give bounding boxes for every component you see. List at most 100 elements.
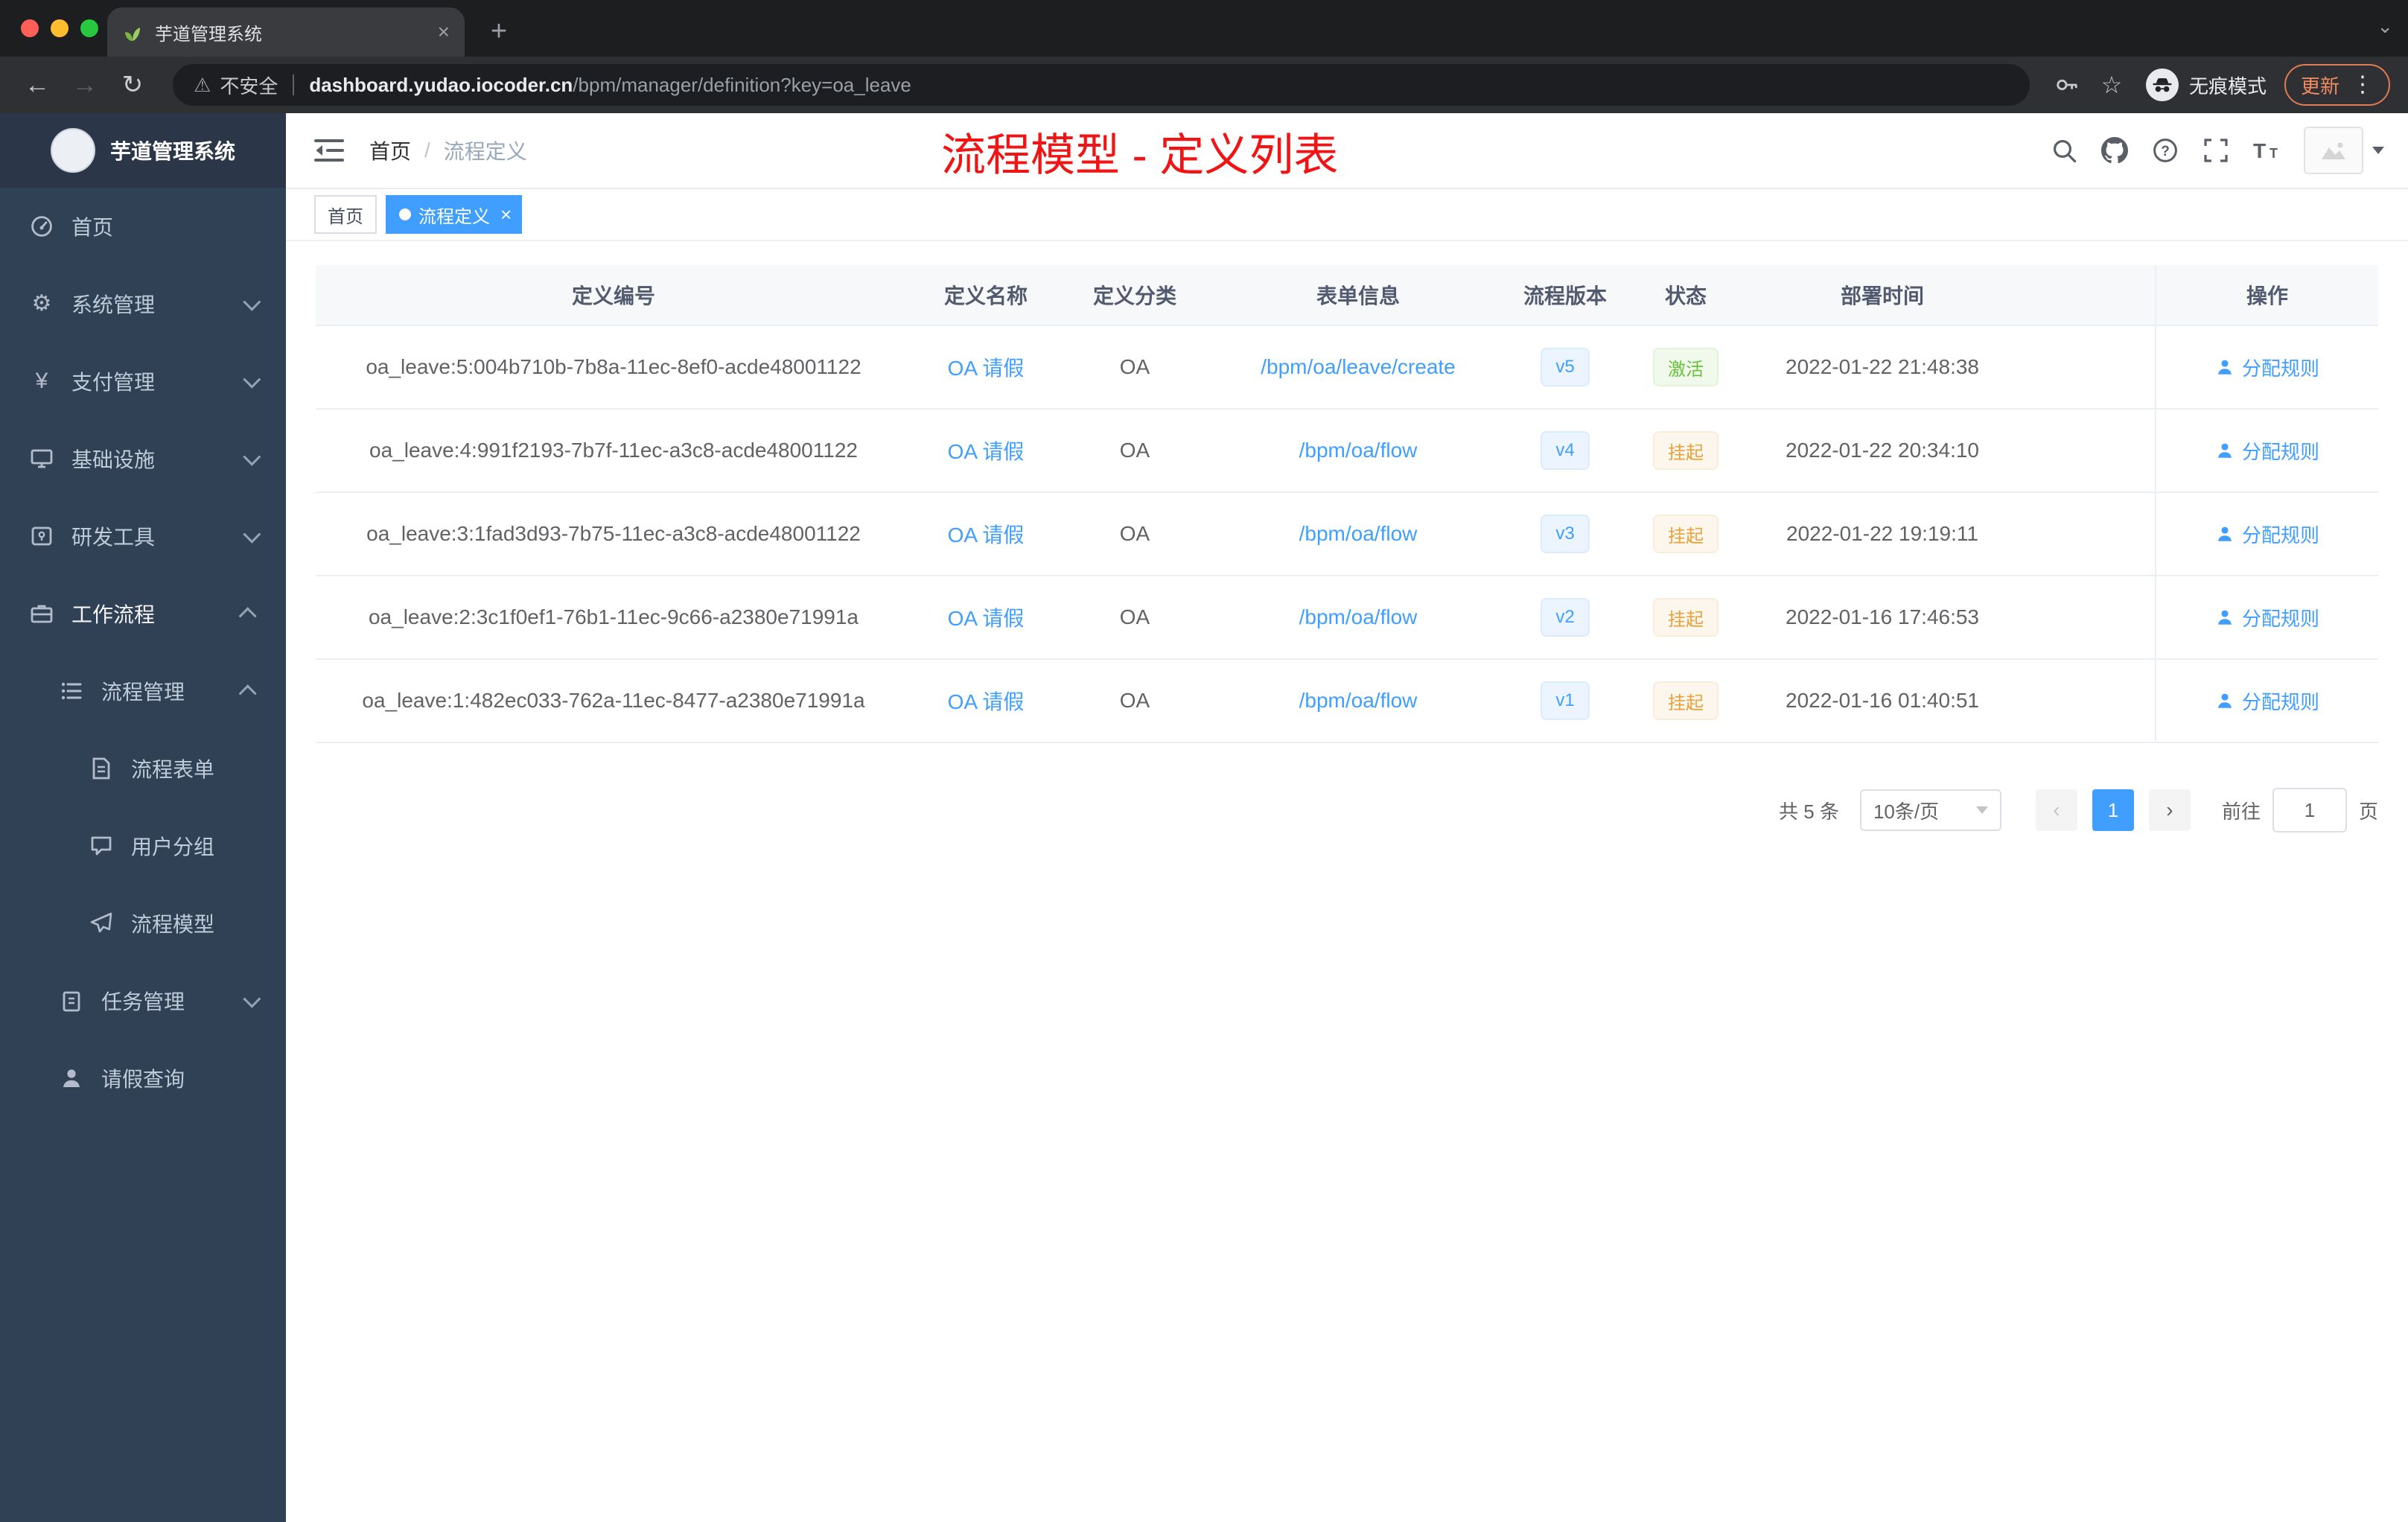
caret-down-icon[interactable] <box>2372 147 2384 154</box>
sidebar-item-home[interactable]: 首页 <box>0 188 286 265</box>
browser-update-button[interactable]: 更新 ⋮ <box>2284 64 2390 106</box>
assign-rule-button[interactable]: 分配规则 <box>2215 437 2319 465</box>
search-icon[interactable] <box>2042 128 2086 173</box>
form-link[interactable]: /bpm/oa/flow <box>1299 522 1418 546</box>
logo-avatar <box>50 128 95 173</box>
app-navbar: 首页 / 流程定义 ? TT 流程模型 - 定义列表 <box>286 113 2408 189</box>
security-label: 不安全 <box>220 74 278 98</box>
definition-name-link[interactable]: OA 请假 <box>948 519 1025 549</box>
form-link[interactable]: /bpm/oa/leave/create <box>1261 355 1456 379</box>
svg-text:?: ? <box>2161 144 2170 159</box>
row-spacer <box>2016 660 2155 742</box>
form-link[interactable]: /bpm/oa/flow <box>1299 439 1418 462</box>
browser-tab[interactable]: 芋道管理系统 × <box>107 7 465 57</box>
assign-rule-button[interactable]: 分配规则 <box>2215 354 2319 381</box>
sidebar-item-label: 流程模型 <box>131 913 215 936</box>
hamburger-icon[interactable] <box>310 131 348 170</box>
col-header: 状态 <box>1664 284 1707 308</box>
sidebar-item-label: 用户分组 <box>131 835 215 859</box>
prev-page-button[interactable]: ‹ <box>2035 789 2077 831</box>
user-avatar[interactable] <box>2304 127 2363 174</box>
col-header: 流程版本 <box>1523 284 1607 308</box>
sidebar-item-label: 流程管理 <box>101 681 185 704</box>
assign-rule-button[interactable]: 分配规则 <box>2215 520 2319 548</box>
tab-title: 芋道管理系统 <box>155 24 262 45</box>
svg-text:T: T <box>2270 146 2278 161</box>
page-size-select[interactable]: 10条/页 <box>1859 789 2001 831</box>
sidebar-item-system[interactable]: ⚙ 系统管理 <box>0 265 286 343</box>
forward-icon[interactable]: → <box>66 66 104 104</box>
tag-close-icon[interactable]: × <box>500 205 512 224</box>
active-dot <box>399 208 411 220</box>
url-path: /bpm/manager/definition?key=oa_leave <box>573 73 911 96</box>
form-link[interactable]: /bpm/oa/flow <box>1299 605 1418 629</box>
sidebar-item-infra[interactable]: 基础设施 <box>0 420 286 497</box>
sidebar-item-task-mgmt[interactable]: 任务管理 <box>0 962 286 1039</box>
definition-name-link[interactable]: OA 请假 <box>948 686 1025 716</box>
definition-category: OA <box>1119 439 1150 462</box>
tag-process-definition[interactable]: 流程定义 × <box>386 195 523 234</box>
sidebar-item-workflow[interactable]: 工作流程 <box>0 575 286 652</box>
tab-close-icon[interactable]: × <box>438 22 450 42</box>
status-badge: 挂起 <box>1653 431 1719 470</box>
chevron-down-icon <box>243 525 261 544</box>
sidebar-item-label: 请假查询 <box>101 1068 185 1091</box>
address-bar[interactable]: ⚠ 不安全 dashboard.yudao.iocoder.cn /bpm/ma… <box>173 64 2030 106</box>
goto-page-input[interactable] <box>2272 788 2347 832</box>
zoom-window-button[interactable] <box>80 19 98 37</box>
window-controls <box>21 19 98 37</box>
tab-search-icon[interactable]: ⌄ <box>2377 15 2393 38</box>
font-size-icon[interactable]: TT <box>2244 128 2289 173</box>
sidebar-item-label: 流程表单 <box>131 758 215 781</box>
navbar-tools: ? TT <box>2036 127 2384 174</box>
sidebar-item-label: 首页 <box>71 216 114 239</box>
sidebar-item-leave-query[interactable]: 请假查询 <box>0 1039 286 1117</box>
page-number-button[interactable]: 1 <box>2092 789 2134 831</box>
definition-name-link[interactable]: OA 请假 <box>948 602 1025 632</box>
tag-home[interactable]: 首页 <box>314 195 377 234</box>
row-spacer <box>2016 493 2155 575</box>
sidebar-item-process-model[interactable]: 流程模型 <box>0 885 286 962</box>
breadcrumb-home[interactable]: 首页 <box>369 136 411 165</box>
lockbox-icon <box>30 524 54 548</box>
help-icon[interactable]: ? <box>2143 128 2188 173</box>
fullscreen-icon[interactable] <box>2194 128 2238 173</box>
definition-id: oa_leave:4:991f2193-7b7f-11ec-a3c8-acde4… <box>369 439 858 462</box>
browser-chrome: 芋道管理系统 × + ⌄ ← → ↻ ⚠ 不安全 dashboard.yudao… <box>0 0 2408 113</box>
password-key-icon[interactable] <box>2048 66 2086 104</box>
github-icon[interactable] <box>2092 128 2137 173</box>
col-header: 定义编号 <box>571 284 655 308</box>
list-icon <box>60 679 83 703</box>
sidebar: 芋道管理系统 首页 ⚙ 系统管理 ¥ 支付管理 基础设施 研发工具 工作流程 流… <box>0 113 286 1522</box>
sidebar-item-process-mgmt[interactable]: 流程管理 <box>0 652 286 730</box>
assign-rule-button[interactable]: 分配规则 <box>2215 687 2319 715</box>
back-icon[interactable]: ← <box>18 66 57 104</box>
version-tag: v5 <box>1541 348 1590 386</box>
chevron-down-icon <box>1975 806 1988 814</box>
next-page-button[interactable]: › <box>2148 789 2191 831</box>
new-tab-button[interactable]: + <box>480 12 518 51</box>
omnibox-divider <box>293 74 295 95</box>
form-link[interactable]: /bpm/oa/flow <box>1299 689 1418 713</box>
sidebar-item-payment[interactable]: ¥ 支付管理 <box>0 343 286 420</box>
deploy-time: 2022-01-22 19:19:11 <box>1786 522 1978 545</box>
col-spacer <box>2016 265 2155 325</box>
sidebar-item-process-form[interactable]: 流程表单 <box>0 730 286 807</box>
bookmark-star-icon[interactable]: ☆ <box>2092 66 2131 104</box>
tag-label: 流程定义 <box>418 206 490 227</box>
minimize-window-button[interactable] <box>51 19 69 37</box>
sidebar-item-user-group[interactable]: 用户分组 <box>0 807 286 885</box>
sidebar-logo[interactable]: 芋道管理系统 <box>0 113 286 188</box>
definition-name-link[interactable]: OA 请假 <box>948 436 1025 465</box>
col-header: 定义分类 <box>1092 284 1176 308</box>
page-title-overlay: 流程模型 - 定义列表 <box>941 130 1339 180</box>
col-header: 表单信息 <box>1316 284 1400 308</box>
reload-icon[interactable]: ↻ <box>113 66 152 104</box>
dashboard-icon <box>30 214 54 238</box>
definition-name-link[interactable]: OA 请假 <box>948 352 1025 382</box>
close-window-button[interactable] <box>21 19 39 37</box>
table-header-row: 定义编号 定义名称 定义分类 表单信息 流程版本 状态 部署时间 操作 <box>316 265 2378 326</box>
sidebar-item-devtools[interactable]: 研发工具 <box>0 497 286 575</box>
assign-rule-button[interactable]: 分配规则 <box>2215 604 2319 631</box>
browser-menu-icon[interactable]: ⋮ <box>2351 74 2374 96</box>
